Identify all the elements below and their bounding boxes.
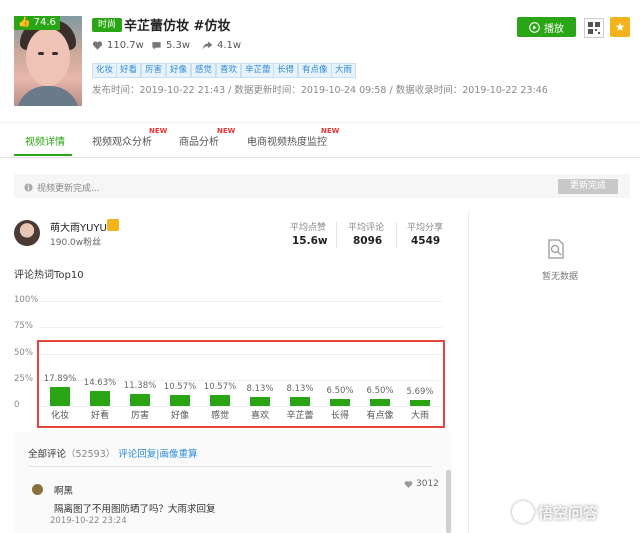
- y-tick-label: 25%: [14, 374, 33, 384]
- keyword-tag[interactable]: 长得: [273, 63, 299, 78]
- avg-likes-label: 平均点赞: [290, 223, 327, 233]
- verified-badge-icon: [107, 219, 119, 231]
- play-button[interactable]: 播放: [517, 17, 576, 37]
- likes-stat: 110.7w: [92, 40, 144, 51]
- tab-video-details[interactable]: 视频详情: [25, 133, 65, 148]
- shares-count: 4.1w: [217, 40, 242, 51]
- tab-product-analysis[interactable]: 商品分析: [179, 133, 219, 148]
- keyword-tag[interactable]: 好像: [166, 63, 192, 78]
- divider: [336, 222, 337, 248]
- commenter-name[interactable]: 啊黑: [54, 483, 73, 497]
- y-tick-label: 100%: [14, 295, 39, 305]
- commenter-avatar[interactable]: [32, 484, 43, 495]
- active-tab-underline: [14, 154, 72, 156]
- author-name[interactable]: 萌大雨YUYU: [50, 219, 107, 234]
- keyword-tag[interactable]: 喜欢: [216, 63, 242, 78]
- avg-likes-value: 15.6w: [292, 235, 328, 247]
- qrcode-icon: [588, 22, 600, 34]
- avg-comments-label: 平均评论: [348, 223, 385, 233]
- comment-likes: 3012: [404, 479, 439, 489]
- comment-text: 隔离图了不用图防晒了吗？大雨求回复: [54, 504, 216, 515]
- comments-scrollbar[interactable]: [446, 470, 451, 533]
- comment-icon: [152, 42, 161, 50]
- comment-time: 2019-10-22 23:24: [50, 516, 127, 526]
- score-badge: 👍 74.6: [14, 16, 60, 30]
- keyword-tag[interactable]: 有点像: [298, 63, 332, 78]
- favorite-button[interactable]: ★: [610, 17, 630, 37]
- comments-total: （52593）: [66, 449, 116, 460]
- info-icon: [24, 183, 33, 192]
- gridline: [40, 301, 442, 302]
- chart-highlight-box: [37, 340, 445, 428]
- likes-count: 110.7w: [107, 40, 144, 51]
- chart-title: 评论热词Top10: [14, 270, 84, 281]
- y-tick-label: 75%: [14, 321, 33, 331]
- comments-header-label: 全部评论: [28, 449, 67, 460]
- category-tag: 时尚: [92, 18, 123, 32]
- keyword-tag[interactable]: 感觉: [191, 63, 217, 78]
- comments-stat: 5.3w: [151, 40, 190, 51]
- keyword-tag[interactable]: 大雨: [331, 63, 357, 78]
- new-badge: NEW: [217, 127, 236, 135]
- comment-reply-link[interactable]: 评论回复|画像重算: [118, 449, 197, 460]
- play-label: 播放: [544, 23, 564, 35]
- update-status-text: 视频更新完成...: [37, 184, 100, 194]
- comments-count: 5.3w: [166, 40, 191, 51]
- panel-divider: [468, 212, 469, 533]
- author-fans: 190.0w粉丝: [50, 238, 102, 248]
- play-icon: [529, 21, 540, 33]
- watermark: 悟空问答: [512, 501, 598, 523]
- keyword-tag[interactable]: 好看: [116, 63, 142, 78]
- update-status: 视频更新完成...: [24, 181, 100, 194]
- no-data-text: 暂无数据: [542, 272, 579, 282]
- qrcode-button[interactable]: [584, 18, 604, 38]
- share-icon: [202, 41, 213, 50]
- star-icon: ★: [614, 20, 626, 34]
- watermark-logo-icon: [512, 501, 534, 523]
- divider: [396, 222, 397, 248]
- update-status-bar: [14, 174, 630, 198]
- y-tick-label: 50%: [14, 348, 33, 358]
- comment-likes-count: 3012: [416, 479, 439, 489]
- avg-shares-label: 平均分享: [407, 223, 444, 233]
- author-avatar[interactable]: [14, 220, 40, 246]
- keyword-tag[interactable]: 辛芷蕾: [241, 63, 275, 78]
- update-complete-button[interactable]: 更新完成: [558, 179, 618, 194]
- divider: [28, 466, 433, 467]
- video-title: 辛芷蕾仿妆 #仿妆: [124, 19, 231, 34]
- avg-comments-value: 8096: [353, 235, 383, 247]
- watermark-text: 悟空问答: [538, 503, 599, 522]
- new-badge: NEW: [149, 127, 168, 135]
- heart-icon: [92, 41, 103, 50]
- comments-header: 全部评论（52593） 评论回复|画像重算: [28, 446, 197, 460]
- heart-icon: [404, 480, 413, 488]
- keyword-tag[interactable]: 厉害: [141, 63, 167, 78]
- keyword-tag[interactable]: 化妆: [92, 63, 118, 78]
- gridline: [40, 327, 442, 328]
- tab-audience-analysis[interactable]: 视频观众分析: [92, 133, 152, 148]
- no-data-icon: [548, 239, 564, 259]
- video-meta: 发布时间：2019-10-22 21:43 / 数据更新时间：2019-10-2…: [92, 85, 548, 96]
- tab-ecommerce-monitor[interactable]: 电商视频热度监控: [247, 133, 327, 148]
- score-value: 74.6: [33, 17, 56, 28]
- new-badge: NEW: [321, 127, 340, 135]
- avg-shares-value: 4549: [411, 235, 441, 247]
- shares-stat: 4.1w: [202, 40, 241, 51]
- y-tick-label: 0: [14, 400, 20, 410]
